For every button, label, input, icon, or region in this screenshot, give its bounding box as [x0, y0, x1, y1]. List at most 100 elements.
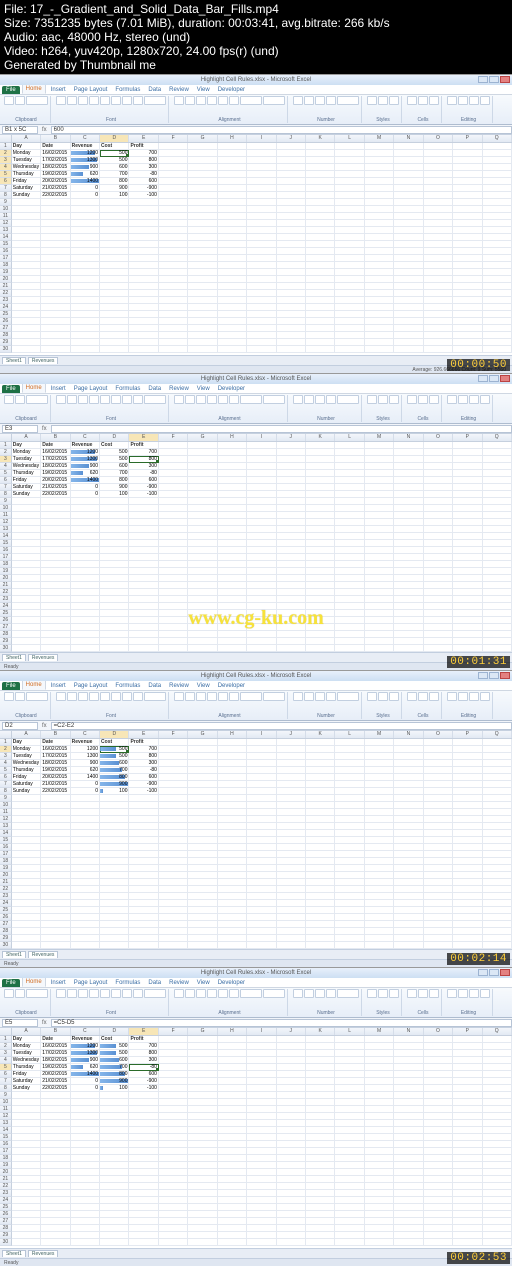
row-header[interactable]: 10	[0, 1099, 12, 1106]
cell[interactable]	[365, 1036, 394, 1043]
cell[interactable]: 300	[129, 1057, 158, 1064]
cell[interactable]	[247, 290, 276, 297]
cell[interactable]	[424, 907, 453, 914]
cell[interactable]: Sunday	[12, 491, 41, 498]
cell[interactable]	[394, 1176, 423, 1183]
cell[interactable]	[394, 290, 423, 297]
cell[interactable]	[277, 526, 306, 533]
cell[interactable]	[335, 774, 364, 781]
cell[interactable]	[71, 241, 100, 248]
cell[interactable]	[424, 540, 453, 547]
cell[interactable]	[453, 582, 482, 589]
cell[interactable]	[12, 325, 41, 332]
cell[interactable]	[453, 624, 482, 631]
cell[interactable]	[394, 463, 423, 470]
cell[interactable]	[100, 900, 129, 907]
cell[interactable]	[218, 442, 247, 449]
row-header[interactable]: 2	[0, 746, 12, 753]
row-header[interactable]: 17	[0, 1148, 12, 1155]
ribbon-button[interactable]	[240, 692, 262, 701]
ribbon-tab[interactable]: View	[194, 979, 213, 987]
cell[interactable]	[277, 540, 306, 547]
cell[interactable]	[12, 837, 41, 844]
select-all-corner[interactable]	[0, 1028, 12, 1035]
cell[interactable]	[483, 491, 512, 498]
cell[interactable]	[129, 276, 158, 283]
cell[interactable]	[306, 1190, 335, 1197]
spreadsheet-grid[interactable]: ABCDEFGHIJKLMNOPQ 1DayDateRevenueCostPro…	[0, 731, 512, 949]
cell[interactable]	[483, 442, 512, 449]
cell[interactable]	[218, 1190, 247, 1197]
cell[interactable]	[277, 477, 306, 484]
cell[interactable]: 600	[129, 178, 158, 185]
ribbon-button[interactable]	[185, 395, 195, 404]
cell[interactable]	[188, 491, 217, 498]
cell[interactable]	[12, 234, 41, 241]
cell[interactable]	[129, 816, 158, 823]
cell[interactable]	[306, 774, 335, 781]
cell[interactable]	[218, 596, 247, 603]
cell[interactable]	[424, 241, 453, 248]
ribbon-button[interactable]	[429, 692, 439, 701]
cell[interactable]	[306, 283, 335, 290]
row-header[interactable]: 22	[0, 589, 12, 596]
column-header[interactable]: G	[188, 1028, 217, 1035]
cell[interactable]: 1400	[71, 1071, 100, 1078]
cell[interactable]	[41, 325, 70, 332]
cell[interactable]: 21/02/2015	[41, 781, 70, 788]
cell[interactable]: 500	[100, 150, 129, 157]
cell[interactable]	[129, 809, 158, 816]
ribbon-button[interactable]	[229, 96, 239, 105]
column-header[interactable]: N	[394, 434, 423, 441]
cell[interactable]	[483, 624, 512, 631]
cell[interactable]	[394, 442, 423, 449]
cell[interactable]	[188, 1197, 217, 1204]
cell[interactable]	[247, 1183, 276, 1190]
cell[interactable]	[71, 199, 100, 206]
cell[interactable]	[277, 582, 306, 589]
cell[interactable]	[159, 1204, 188, 1211]
cell[interactable]	[159, 617, 188, 624]
maximize-button[interactable]	[489, 672, 499, 679]
cell[interactable]	[394, 199, 423, 206]
row-header[interactable]: 9	[0, 498, 12, 505]
cell[interactable]	[483, 533, 512, 540]
cell[interactable]	[335, 227, 364, 234]
cell[interactable]	[424, 739, 453, 746]
cell[interactable]	[335, 1078, 364, 1085]
cell[interactable]	[159, 879, 188, 886]
column-header[interactable]: D	[100, 135, 129, 142]
cell[interactable]	[365, 318, 394, 325]
sheet-tab[interactable]: Revenues	[28, 357, 59, 364]
cell[interactable]	[483, 638, 512, 645]
ribbon-tab[interactable]: Developer	[215, 682, 248, 690]
row-header[interactable]: 19	[0, 568, 12, 575]
cell[interactable]	[277, 781, 306, 788]
cell[interactable]	[12, 220, 41, 227]
ribbon-button[interactable]	[174, 692, 184, 701]
cell[interactable]	[247, 234, 276, 241]
cell[interactable]	[129, 1204, 158, 1211]
cell[interactable]	[12, 206, 41, 213]
cell[interactable]	[41, 1225, 70, 1232]
cell[interactable]	[159, 1141, 188, 1148]
cell[interactable]	[218, 872, 247, 879]
cell[interactable]	[365, 276, 394, 283]
cell[interactable]	[159, 255, 188, 262]
name-box[interactable]: D2	[2, 722, 38, 730]
cell[interactable]	[12, 1197, 41, 1204]
cell[interactable]	[188, 568, 217, 575]
ribbon-tab[interactable]: Formulas	[112, 979, 143, 987]
cell[interactable]	[306, 220, 335, 227]
cell[interactable]	[394, 547, 423, 554]
cell[interactable]	[365, 1148, 394, 1155]
cell[interactable]	[365, 339, 394, 346]
cell[interactable]	[365, 746, 394, 753]
cell[interactable]	[71, 893, 100, 900]
cell[interactable]	[335, 540, 364, 547]
ribbon-button[interactable]	[469, 96, 479, 105]
cell[interactable]	[247, 617, 276, 624]
cell[interactable]	[394, 248, 423, 255]
cell[interactable]	[218, 774, 247, 781]
cell[interactable]	[453, 185, 482, 192]
